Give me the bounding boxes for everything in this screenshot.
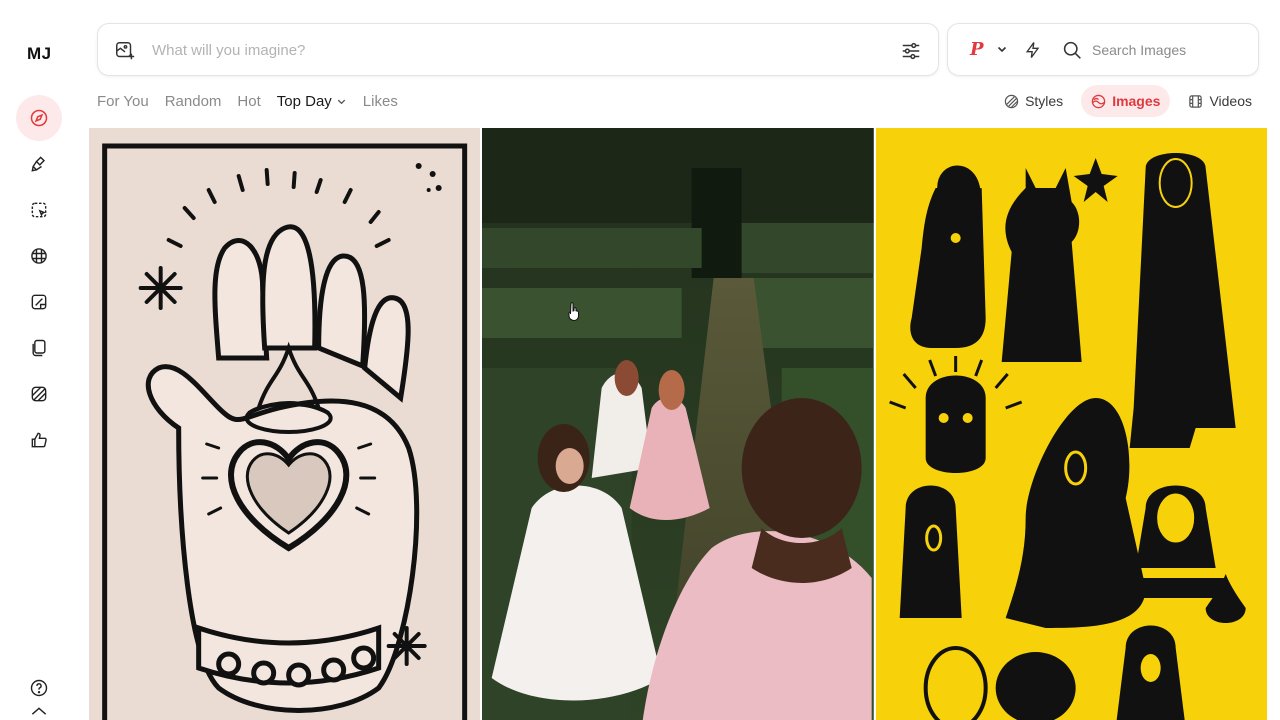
toggle-images[interactable]: Images	[1081, 85, 1171, 117]
view-toggle: Styles Images Videos	[994, 85, 1262, 117]
grid-globe-icon	[31, 248, 47, 264]
gallery-image-hand[interactable]	[89, 128, 481, 720]
sidebar-item-moodboards[interactable]	[16, 279, 62, 325]
lightning-icon[interactable]	[1023, 39, 1043, 61]
tab-hot[interactable]: Hot	[237, 93, 260, 110]
prompt-bar	[97, 23, 939, 76]
sidebar-item-home[interactable]	[16, 705, 62, 720]
sidebar: MJ	[0, 0, 78, 720]
tab-likes[interactable]: Likes	[363, 93, 398, 110]
tab-random[interactable]: Random	[165, 93, 222, 110]
sidebar-item-personalize[interactable]	[16, 233, 62, 279]
personalization-badge[interactable]: P	[970, 39, 984, 60]
settings-sliders-icon[interactable]	[900, 40, 922, 62]
tab-top-day-label: Top Day	[276, 92, 332, 110]
search-bar: P	[947, 23, 1259, 76]
toggle-styles-label: Styles	[1025, 93, 1064, 109]
tab-for-you[interactable]: For You	[97, 93, 149, 110]
sidebar-item-organize[interactable]	[16, 325, 62, 371]
paintbrush-icon	[31, 156, 46, 172]
sidebar-item-likes[interactable]	[16, 417, 62, 463]
logo[interactable]: MJ	[27, 44, 52, 64]
toggle-videos[interactable]: Videos	[1178, 85, 1262, 117]
toggle-videos-label: Videos	[1209, 93, 1252, 109]
images-icon	[1091, 94, 1106, 108]
chevron-down-icon[interactable]	[996, 43, 1008, 55]
search-input[interactable]	[1092, 39, 1242, 61]
figures-illustration	[875, 128, 1267, 720]
sidebar-item-edit[interactable]	[16, 187, 62, 233]
add-image-icon[interactable]	[114, 40, 136, 62]
prompt-input[interactable]	[152, 39, 872, 61]
hand-cursor-icon	[568, 302, 579, 322]
gallery-image-figures[interactable]	[875, 128, 1267, 720]
hand-engraving-image	[89, 128, 481, 720]
toggle-images-label: Images	[1112, 93, 1161, 109]
styles-icon	[1004, 94, 1019, 108]
videos-icon	[1189, 94, 1203, 108]
thumbs-up-icon	[31, 432, 47, 448]
striped-square-icon	[31, 386, 47, 402]
copy-icon	[32, 339, 46, 357]
search-icon	[1063, 41, 1081, 59]
compass-icon	[30, 109, 48, 127]
home-icon	[31, 707, 47, 715]
toggle-styles[interactable]: Styles	[994, 85, 1073, 117]
help-icon	[30, 679, 48, 697]
sidebar-item-create[interactable]	[16, 141, 62, 187]
hedge-maze-photo	[482, 128, 874, 720]
tab-top-day[interactable]: Top Day	[277, 93, 347, 110]
gallery-image-hedge-maze[interactable]	[482, 128, 874, 720]
chevron-down-icon	[337, 99, 345, 104]
feed-tabs: For You Random Hot Top Day Likes	[97, 91, 398, 111]
sidebar-item-explore[interactable]	[16, 95, 62, 141]
image-gallery	[89, 128, 1267, 720]
image-edit-icon	[31, 294, 47, 310]
edit-selection-icon	[31, 202, 47, 218]
sidebar-item-style-creator[interactable]	[16, 371, 62, 417]
